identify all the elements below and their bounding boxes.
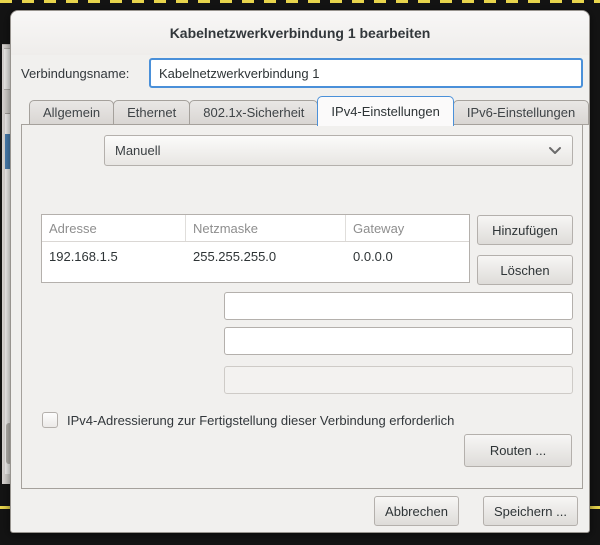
add-button[interactable]: Hinzufügen: [477, 215, 573, 245]
addresses-table-header: Adresse Netzmaske Gateway: [42, 215, 469, 242]
tab-ethernet[interactable]: Ethernet: [113, 100, 190, 125]
tab-ipv6-einstellungen[interactable]: IPv6-Einstellungen: [453, 100, 589, 125]
tab-ipv4-einstellungen[interactable]: IPv4-Einstellungen: [317, 96, 453, 126]
window-title: Kabelnetzwerkverbindung 1 bearbeiten: [170, 25, 431, 41]
column-header-adresse[interactable]: Adresse: [42, 215, 186, 241]
tab-allgemein[interactable]: Allgemein: [29, 100, 114, 125]
chevron-down-icon: [548, 146, 562, 155]
cell-address: 192.168.1.5: [42, 242, 186, 270]
dhcp-client-id-input: [224, 366, 573, 394]
tab-label: Allgemein: [43, 105, 100, 120]
tab-bar: Allgemein Ethernet 802.1x-Sicherheit IPv…: [29, 95, 588, 125]
method-select[interactable]: Manuell: [104, 135, 573, 166]
connection-name-label: Verbindungsname:: [21, 66, 129, 81]
selection-border-top: [0, 0, 600, 3]
cell-gateway: 0.0.0.0: [346, 242, 469, 270]
titlebar[interactable]: Kabelnetzwerkverbindung 1 bearbeiten: [11, 11, 589, 55]
delete-button[interactable]: Löschen: [477, 255, 573, 285]
method-selected-value: Manuell: [115, 143, 548, 158]
tab-label: IPv6-Einstellungen: [467, 105, 575, 120]
column-header-netzmaske[interactable]: Netzmaske: [186, 215, 346, 241]
require-ipv4-checkbox[interactable]: [42, 412, 58, 428]
column-header-gateway[interactable]: Gateway: [346, 215, 469, 241]
tab-8021x-sicherheit[interactable]: 802.1x-Sicherheit: [189, 100, 318, 125]
tab-label: 802.1x-Sicherheit: [203, 105, 304, 120]
routes-button[interactable]: Routen ...: [464, 434, 572, 467]
tab-label: IPv4-Einstellungen: [331, 104, 439, 119]
tab-label: Ethernet: [127, 105, 176, 120]
save-button[interactable]: Speichern ...: [483, 496, 578, 526]
search-domains-input[interactable]: [224, 327, 573, 355]
cancel-button[interactable]: Abbrechen: [374, 496, 459, 526]
connection-name-input[interactable]: [149, 58, 583, 88]
table-row[interactable]: 192.168.1.5 255.255.255.0 0.0.0.0: [42, 242, 469, 270]
addresses-table[interactable]: Adresse Netzmaske Gateway 192.168.1.5 25…: [41, 214, 470, 283]
cell-netmask: 255.255.255.0: [186, 242, 346, 270]
edit-connection-dialog: Kabelnetzwerkverbindung 1 bearbeiten Ver…: [10, 10, 590, 533]
require-ipv4-label: IPv4-Adressierung zur Fertigstellung die…: [67, 413, 454, 428]
dns-server-input[interactable]: [224, 292, 573, 320]
